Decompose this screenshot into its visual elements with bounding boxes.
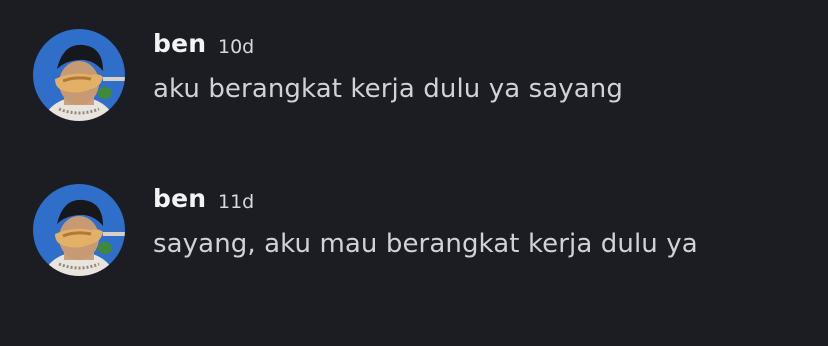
- message-text: sayang, aku mau berangkat kerja dulu ya: [153, 229, 698, 259]
- message-text: aku berangkat kerja dulu ya sayang: [153, 74, 623, 104]
- message-item: ben 11d sayang, aku mau berangkat kerja …: [0, 180, 828, 290]
- message-timestamp: 11d: [218, 191, 255, 213]
- message-author[interactable]: ben: [153, 29, 206, 58]
- message-author[interactable]: ben: [153, 184, 206, 213]
- user-avatar[interactable]: [33, 29, 125, 121]
- user-avatar[interactable]: [33, 184, 125, 276]
- avatar-photo-icon: [33, 184, 125, 276]
- message-timestamp: 10d: [218, 36, 255, 58]
- avatar-photo-icon: [33, 29, 125, 121]
- message-item: ben 10d aku berangkat kerja dulu ya saya…: [0, 25, 828, 135]
